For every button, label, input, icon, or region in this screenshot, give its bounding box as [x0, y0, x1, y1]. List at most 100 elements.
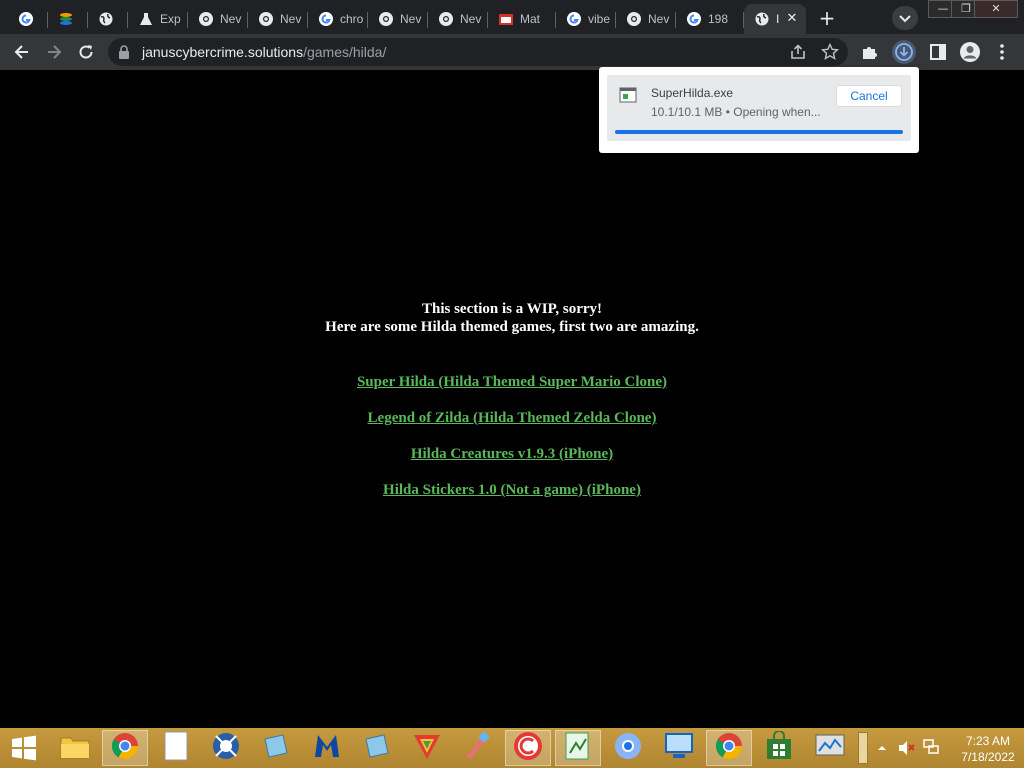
flask-icon	[138, 11, 154, 27]
start-button[interactable]	[0, 728, 48, 768]
tab-12[interactable]: 198	[676, 4, 744, 34]
url-text[interactable]: januscybercrime.solutions/games/hilda/	[142, 44, 386, 60]
chrome-icon	[378, 11, 394, 27]
game-link-hilda-creatures[interactable]: Hilda Creatures v1.9.3 (iPhone)	[0, 444, 1024, 480]
download-icon	[895, 43, 913, 61]
reload-icon	[79, 45, 93, 59]
chrome-icon	[110, 731, 140, 765]
tab-title: vibe	[588, 12, 611, 26]
windows-logo-icon	[12, 735, 36, 761]
tab-search-button[interactable]	[892, 6, 918, 30]
profile-button[interactable]	[958, 40, 982, 64]
chrome-icon	[438, 11, 454, 27]
notepadpp-icon	[564, 731, 592, 765]
taskbar-file-explorer-button[interactable]	[52, 730, 98, 766]
game-link-super-hilda[interactable]: Super Hilda (Hilda Themed Super Mario Cl…	[0, 372, 1024, 408]
side-panel-button[interactable]	[926, 40, 950, 64]
tab-0[interactable]	[8, 4, 48, 34]
network-icon[interactable]	[922, 738, 940, 756]
reload-button[interactable]	[74, 40, 98, 64]
chevron-down-icon	[899, 15, 911, 23]
remote-desktop-icon	[663, 731, 695, 765]
clock-time[interactable]: 7:23 AM	[954, 734, 1022, 748]
exe-file-icon	[619, 87, 637, 103]
tab-title: I	[776, 12, 780, 26]
tab-13[interactable]: I ✕	[744, 4, 806, 34]
download-filename: SuperHilda.exe	[651, 86, 734, 100]
lock-icon[interactable]	[118, 44, 130, 60]
tab-7[interactable]: Nev	[368, 4, 428, 34]
games-intro: Here are some Hilda themed games, first …	[325, 319, 699, 335]
taskbar-chrome-button[interactable]	[102, 730, 149, 766]
back-button[interactable]	[10, 40, 34, 64]
tab-1[interactable]	[48, 4, 88, 34]
taskbar-ccleaner-button[interactable]	[504, 730, 551, 766]
taskbar-chrome-button[interactable]	[705, 730, 752, 766]
share-icon	[791, 44, 805, 59]
windows-taskbar: 7:23 AM 7/18/2022	[0, 728, 1024, 768]
google-icon	[686, 11, 702, 27]
browser-toolbar: januscybercrime.solutions/games/hilda/	[0, 34, 1024, 70]
tab-10[interactable]: vibe	[556, 4, 616, 34]
tab-title: 198	[708, 12, 729, 26]
tab-5[interactable]: Nev	[248, 4, 308, 34]
taskbar-notepadpp-button[interactable]	[555, 730, 601, 766]
game-links-list: Super Hilda (Hilda Themed Super Mario Cl…	[0, 372, 1024, 516]
tab-2[interactable]	[88, 4, 128, 34]
blue-app-icon	[362, 731, 392, 765]
clock-date[interactable]: 7/18/2022	[954, 750, 1022, 764]
taskbar-blue-app-button[interactable]	[354, 730, 400, 766]
game-link-hilda-stickers[interactable]: Hilda Stickers 1.0 (Not a game) (iPhone)	[0, 480, 1024, 516]
avatar-icon	[960, 42, 980, 62]
side-panel-icon	[930, 44, 946, 60]
game-link-legend-of-zilda[interactable]: Legend of Zilda (Hilda Themed Zelda Clon…	[0, 408, 1024, 444]
tab-11[interactable]: Nev	[616, 4, 676, 34]
star-icon	[821, 43, 839, 60]
download-cancel-button[interactable]: Cancel	[836, 85, 902, 107]
download-progress-fill	[615, 130, 903, 134]
taskbar-chromium-button[interactable]	[605, 730, 651, 766]
file-explorer-icon	[59, 732, 91, 764]
taskbar-monitor-app-button[interactable]	[807, 730, 853, 766]
bookmark-button[interactable]	[818, 40, 842, 64]
arrow-left-icon	[14, 45, 28, 59]
store-icon	[764, 730, 794, 765]
taskbar-malwarebytes-button[interactable]	[304, 730, 350, 766]
google-icon	[566, 11, 582, 27]
tab-6[interactable]: chro	[308, 4, 368, 34]
share-button[interactable]	[786, 40, 810, 64]
chrome-icon	[198, 11, 214, 27]
close-window-button[interactable]: ✕	[974, 0, 1018, 18]
taskbar-paint-button[interactable]	[454, 730, 500, 766]
tab-8[interactable]: Nev	[428, 4, 488, 34]
close-tab-icon[interactable]: ✕	[784, 11, 800, 27]
tray-scroll-handle[interactable]	[858, 732, 868, 764]
taskbar-store-button[interactable]	[756, 730, 802, 766]
taskbar-blue-app-button[interactable]	[253, 730, 299, 766]
download-item[interactable]: SuperHilda.exe 10.1/10.1 MB • Opening wh…	[607, 75, 911, 141]
google-icon	[318, 11, 334, 27]
new-tab-button[interactable]: +	[814, 6, 840, 32]
chevron-up-icon[interactable]	[876, 742, 888, 754]
forward-button[interactable]	[42, 40, 66, 64]
chrome-icon	[714, 731, 744, 765]
tab-9[interactable]: Mat	[488, 4, 556, 34]
blue-app-icon	[261, 731, 291, 765]
taskbar-remote-desktop-button[interactable]	[656, 730, 702, 766]
taskbar-bug-app-button[interactable]	[203, 730, 249, 766]
address-bar[interactable]: januscybercrime.solutions/games/hilda/	[108, 38, 848, 66]
tab-4[interactable]: Nev	[188, 4, 248, 34]
tab-title: Nev	[280, 12, 302, 26]
tab-3[interactable]: Exp	[128, 4, 188, 34]
kebab-menu-icon	[1000, 44, 1004, 60]
taskbar-notepad-button[interactable]	[153, 730, 199, 766]
extensions-button[interactable]	[858, 40, 882, 64]
volume-muted-icon[interactable]	[898, 740, 916, 756]
menu-button[interactable]	[990, 40, 1014, 64]
taskbar-colorful-app-button[interactable]	[404, 730, 450, 766]
paint-icon	[462, 731, 492, 765]
google-icon	[18, 11, 34, 27]
downloads-button[interactable]	[892, 40, 916, 64]
wip-notice: This section is a WIP, sorry!	[421, 301, 602, 317]
url-path: /games/hilda/	[303, 44, 387, 60]
